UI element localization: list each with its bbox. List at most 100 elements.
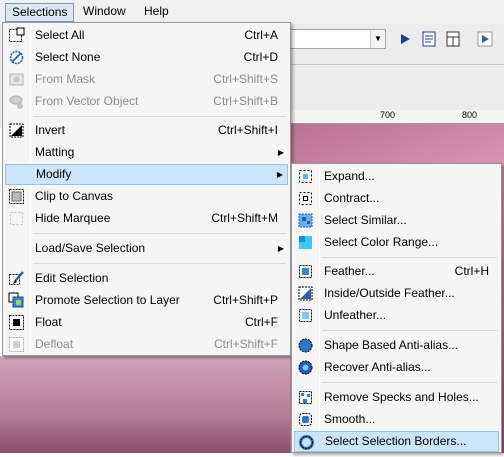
menu-item-select-selection-borders[interactable]: Select Selection Borders... <box>294 431 499 452</box>
menu-item-label: Matting <box>35 145 75 159</box>
menu-item-label: From Mask <box>35 72 95 86</box>
menu-item-label: Shape Based Anti-alias... <box>324 338 459 352</box>
promote-layer-icon <box>8 292 25 309</box>
menu-item-label: Expand... <box>324 169 375 183</box>
menu-item-label: From Vector Object <box>35 94 139 108</box>
menu-item-contract[interactable]: Contract... <box>294 188 499 209</box>
menu-item-label: Feather... <box>324 264 375 278</box>
menu-item-feather[interactable]: Feather... Ctrl+H <box>294 261 499 282</box>
script-icon[interactable] <box>420 30 438 48</box>
menu-item-label: Hide Marquee <box>35 211 111 225</box>
menu-item-label: Float <box>35 315 62 329</box>
menu-item-label: Select Color Range... <box>324 235 439 249</box>
shape-antialias-icon <box>297 337 314 354</box>
menu-item-shortcut: Ctrl+Shift+F <box>213 337 278 351</box>
document-icon[interactable] <box>444 30 462 48</box>
select-none-icon <box>8 49 25 66</box>
menu-item-invert[interactable]: Invert Ctrl+Shift+I <box>5 120 288 141</box>
menu-item-label: Select Selection Borders... <box>325 434 467 448</box>
menu-window[interactable]: Window <box>77 3 132 22</box>
play-icon[interactable] <box>396 30 414 48</box>
feather-icon <box>297 263 314 280</box>
menu-item-label: Select Similar... <box>324 213 407 227</box>
menu-item-label: Load/Save Selection <box>35 241 146 255</box>
ruler: 700 800 <box>290 110 504 124</box>
menu-separator <box>33 116 286 117</box>
submenu-arrow-icon: ▶ <box>277 148 284 157</box>
menu-item-label: Contract... <box>324 191 380 205</box>
menu-item-shape-based-anti-alias[interactable]: Shape Based Anti-alias... <box>294 335 499 356</box>
hide-marquee-icon <box>8 210 25 227</box>
menu-item-label: Select All <box>35 28 85 42</box>
menu-item-clip-to-canvas[interactable]: Clip to Canvas <box>5 186 288 207</box>
menu-item-promote-selection-to-layer[interactable]: Promote Selection to Layer Ctrl+Shift+P <box>5 290 288 311</box>
color-range-icon <box>297 234 314 251</box>
menubar: Selections Window Help <box>0 0 504 24</box>
menu-item-defloat[interactable]: Defloat Ctrl+Shift+F <box>5 334 288 355</box>
menu-item-label: Promote Selection to Layer <box>35 293 180 307</box>
menu-item-edit-selection[interactable]: Edit Selection <box>5 268 288 289</box>
select-all-icon <box>8 27 25 44</box>
chevron-down-icon[interactable]: ▼ <box>370 30 385 48</box>
menu-item-label: Clip to Canvas <box>35 189 114 203</box>
menu-item-shortcut: Ctrl+Shift+B <box>213 94 278 108</box>
menu-item-recover-anti-alias[interactable]: Recover Anti-alias... <box>294 357 499 378</box>
menu-item-label: Unfeather... <box>324 308 387 322</box>
menu-help[interactable]: Help <box>138 3 175 22</box>
menu-item-select-none[interactable]: Select None Ctrl+D <box>5 47 288 68</box>
recover-antialias-icon <box>297 359 314 376</box>
edit-selection-icon <box>8 270 25 287</box>
menu-item-shortcut: Ctrl+F <box>245 315 278 329</box>
select-similar-icon <box>297 212 314 229</box>
selections-dropdown: Select All Ctrl+A Select None Ctrl+D Fro… <box>2 22 291 356</box>
image-canvas-left[interactable] <box>0 356 290 453</box>
menu-separator <box>322 330 497 331</box>
remove-specks-icon <box>297 389 314 406</box>
menu-item-label: Modify <box>36 167 72 181</box>
unfeather-icon <box>297 307 314 324</box>
submenu-arrow-icon: ▶ <box>277 244 284 253</box>
menu-item-smooth[interactable]: Smooth... <box>294 409 499 430</box>
menu-separator <box>322 382 497 383</box>
menu-item-shortcut: Ctrl+A <box>244 28 278 42</box>
from-vector-icon <box>8 93 25 110</box>
menu-item-from-mask[interactable]: From Mask Ctrl+Shift+S <box>5 69 288 90</box>
menu-item-label: Edit Selection <box>35 271 109 285</box>
record-icon[interactable] <box>476 30 494 48</box>
menu-item-float[interactable]: Float Ctrl+F <box>5 312 288 333</box>
menu-item-label: Defloat <box>35 337 74 351</box>
contract-icon <box>297 190 314 207</box>
inside-outside-feather-icon <box>297 285 314 302</box>
menu-item-shortcut: Ctrl+H <box>454 264 489 278</box>
menu-item-label: Remove Specks and Holes... <box>324 390 479 404</box>
menu-separator <box>33 263 286 264</box>
menu-item-inside-outside-feather[interactable]: Inside/Outside Feather... <box>294 283 499 304</box>
menu-item-expand[interactable]: Expand... <box>294 166 499 187</box>
menu-item-select-color-range[interactable]: Select Color Range... <box>294 232 499 253</box>
menu-item-hide-marquee[interactable]: Hide Marquee Ctrl+Shift+M <box>5 208 288 229</box>
menu-item-matting[interactable]: Matting ▶ <box>5 142 288 163</box>
invert-icon <box>8 122 25 139</box>
menu-item-select-all[interactable]: Select All Ctrl+A <box>5 25 288 46</box>
ruler-label: 700 <box>380 110 396 120</box>
menu-item-shortcut: Ctrl+Shift+I <box>217 123 278 137</box>
menu-item-remove-specks-and-holes[interactable]: Remove Specks and Holes... <box>294 387 499 408</box>
modify-submenu: Expand... Contract... Select Similar... … <box>291 163 502 453</box>
menu-item-label: Recover Anti-alias... <box>324 360 431 374</box>
menu-item-label: Inside/Outside Feather... <box>324 286 455 300</box>
submenu-arrow-icon: ▶ <box>276 170 283 179</box>
expand-icon <box>297 168 314 185</box>
menu-item-from-vector-object[interactable]: From Vector Object Ctrl+Shift+B <box>5 91 288 112</box>
menu-item-modify[interactable]: Modify ▶ <box>5 164 288 185</box>
menu-item-unfeather[interactable]: Unfeather... <box>294 305 499 326</box>
menu-item-shortcut: Ctrl+Shift+S <box>213 72 278 86</box>
from-mask-icon <box>8 71 25 88</box>
toolbar-dropdown[interactable]: ▼ <box>290 29 386 49</box>
selection-borders-icon <box>298 434 315 451</box>
menu-item-load-save-selection[interactable]: Load/Save Selection ▶ <box>5 238 288 259</box>
menu-item-select-similar[interactable]: Select Similar... <box>294 210 499 231</box>
ruler-label: 800 <box>462 110 478 120</box>
menu-item-label: Invert <box>35 123 66 137</box>
menu-separator <box>322 257 497 258</box>
menu-selections[interactable]: Selections <box>5 3 75 22</box>
